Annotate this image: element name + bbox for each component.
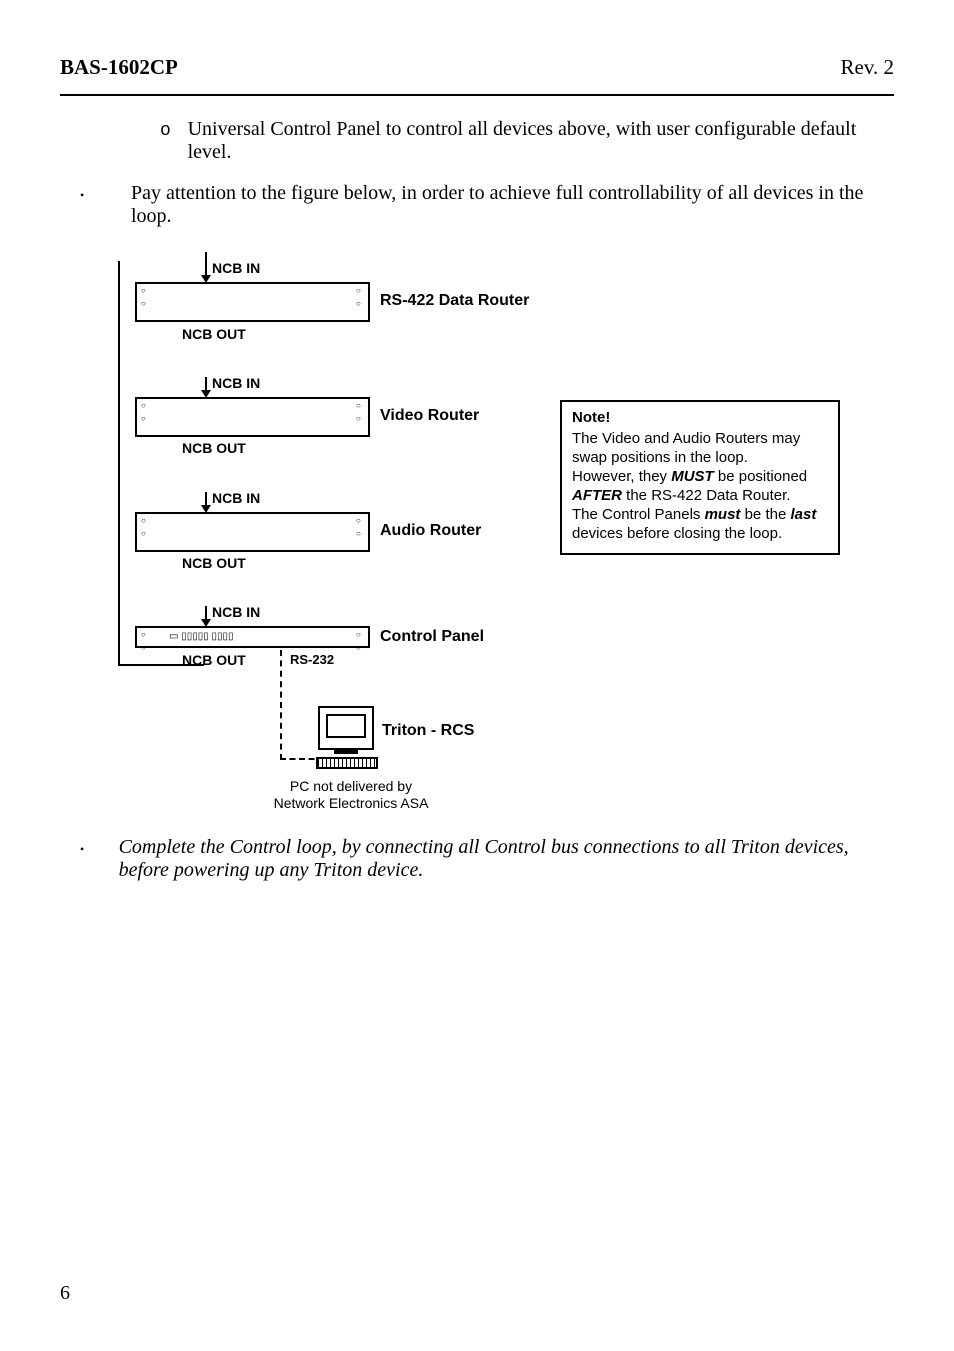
ports-right: [356, 402, 364, 422]
ports-right: [356, 517, 364, 537]
ports-right: [356, 287, 364, 307]
note-line4a: The Control Panels: [572, 506, 705, 523]
ports-left: [141, 287, 149, 307]
bullet-complete-loop: • Complete the Control loop, by connecti…: [74, 836, 894, 882]
pc-monitor-icon: [318, 706, 374, 750]
note-must2: must: [705, 506, 745, 523]
complete-loop-period: .: [418, 859, 423, 881]
device-control-panel: ▭ ▯▯▯▯▯ ▯▯▯▯: [135, 626, 370, 648]
arrow-stem-1: [205, 262, 207, 276]
doc-model: BAS-1602CP: [60, 55, 178, 80]
sub-bullet-text: Universal Control Panel to control all d…: [188, 118, 894, 164]
note-line2a: However, they: [572, 468, 671, 485]
ncb-out-4: NCB OUT: [182, 652, 246, 668]
note-line2c: be positioned: [718, 468, 807, 485]
page-header: BAS-1602CP Rev. 2: [60, 55, 894, 80]
bullet-attention: • Pay attention to the figure below, in …: [74, 182, 894, 228]
pc-footnote-l2: Network Electronics ASA: [274, 795, 429, 811]
ports-left: [141, 517, 149, 537]
arrow-stem-3: [205, 492, 207, 506]
ports-left: [141, 631, 149, 651]
pc-keyboard-icon: [316, 757, 378, 769]
label-triton-rcs: Triton - RCS: [382, 722, 474, 740]
control-panel-display: ▭ ▯▯▯▯▯ ▯▯▯▯: [169, 631, 234, 642]
ncb-out-2: NCB OUT: [182, 440, 246, 456]
note-title: Note!: [572, 408, 828, 427]
figure-row: NCB IN RS-422 Data Router NCB OUT NCB IN…: [60, 252, 894, 832]
device-audio-router: [135, 512, 370, 552]
bullet-dot-icon: •: [74, 842, 119, 857]
device-video-router: [135, 397, 370, 437]
complete-loop-sentence: Complete the Control loop, by connecting…: [119, 836, 849, 881]
ports-left: [141, 402, 149, 422]
note-line1: The Video and Audio Routers may swap pos…: [572, 430, 800, 466]
ports-right: [356, 631, 364, 651]
page-number: 6: [60, 1282, 70, 1305]
ncb-in-4: NCB IN: [212, 604, 260, 620]
bullet-dot-icon: •: [74, 188, 131, 203]
pc-footnote-l1: PC not delivered by: [290, 778, 412, 794]
arrow-stem-2: [205, 377, 207, 391]
label-rs422-router: RS-422 Data Router: [380, 292, 529, 310]
bullet-complete-loop-text: Complete the Control loop, by connecting…: [119, 836, 894, 882]
doc-revision: Rev. 2: [841, 55, 894, 80]
pc-stand: [334, 750, 358, 754]
rs232-cable-vertical: [280, 650, 282, 760]
ncb-out-3: NCB OUT: [182, 555, 246, 571]
note-must: MUST: [671, 468, 718, 485]
ncb-in-1: NCB IN: [212, 260, 260, 276]
ncb-in-3: NCB IN: [212, 490, 260, 506]
note-line5: devices before closing the loop.: [572, 525, 782, 542]
note-last: last: [790, 506, 816, 523]
pc-footnote: PC not delivered by Network Electronics …: [246, 778, 456, 812]
loop-diagram: NCB IN RS-422 Data Router NCB OUT NCB IN…: [120, 252, 550, 832]
loop-top-segment: [205, 252, 207, 262]
sub-bullet-universal-panel: o Universal Control Panel to control all…: [160, 118, 894, 164]
label-rs232: RS-232: [290, 652, 334, 667]
note-line3b: the RS-422 Data Router.: [626, 487, 790, 504]
bullet-attention-text: Pay attention to the figure below, in or…: [131, 182, 894, 228]
note-after: AFTER: [572, 487, 626, 504]
bullet-o-icon: o: [160, 121, 188, 141]
header-rule: [60, 94, 894, 96]
pc-screen: [326, 714, 366, 738]
device-rs422-router: [135, 282, 370, 322]
arrow-stem-4: [205, 606, 207, 620]
ncb-out-1: NCB OUT: [182, 326, 246, 342]
note-line4c: be the: [745, 506, 791, 523]
label-video-router: Video Router: [380, 407, 479, 425]
ncb-in-2: NCB IN: [212, 375, 260, 391]
note-box: Note! The Video and Audio Routers may sw…: [560, 400, 840, 555]
label-audio-router: Audio Router: [380, 522, 481, 540]
label-control-panel: Control Panel: [380, 628, 484, 646]
